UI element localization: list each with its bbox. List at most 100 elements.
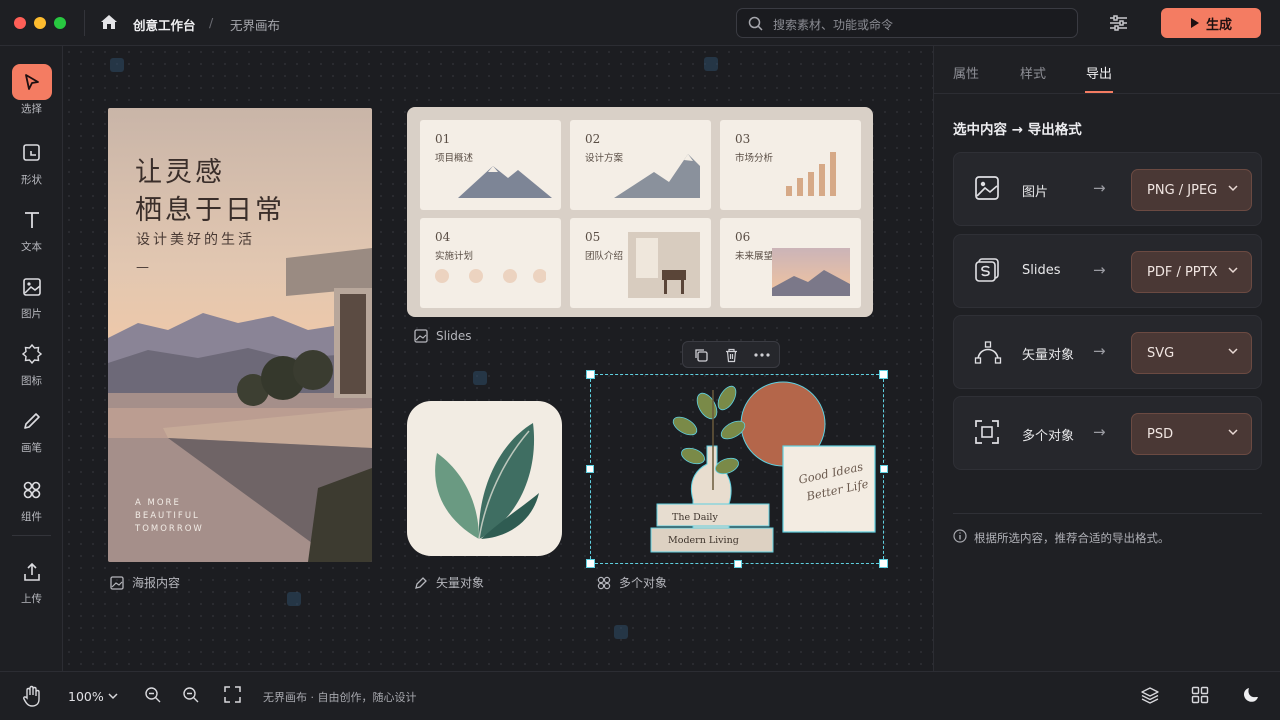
close-window-button[interactable] (14, 17, 26, 29)
watermark-mark (704, 57, 718, 71)
tool-label: 图标 (21, 375, 42, 387)
pen-nib-icon (415, 576, 427, 589)
duplicate-icon[interactable] (694, 348, 709, 363)
poster-artboard[interactable]: 让灵感 栖息于日常 设计美好的生活 — A MORE BEAUTIFUL TOM… (108, 108, 372, 562)
slide-title: 实施计划 (435, 251, 474, 262)
image-icon (12, 269, 52, 305)
image-icon (975, 176, 999, 200)
arrow-right-icon: → (1093, 261, 1106, 279)
zoom-value[interactable]: 100% (68, 689, 104, 704)
divider (953, 513, 1262, 514)
bezier-curve-icon (974, 341, 1002, 364)
top-bar: 创意工作台 / 无界画布 搜索素材、功能或命令 生成 (0, 0, 1280, 46)
poster-subtitle: 设计美好的生活 (136, 232, 255, 248)
moon-icon[interactable] (1243, 686, 1260, 703)
upload-icon (12, 554, 52, 590)
zoom-fit-icon[interactable] (182, 686, 200, 704)
arrow-right-icon: → (1093, 342, 1106, 360)
slide-card[interactable]: 06 未来展望 (720, 218, 861, 308)
resize-handle[interactable] (880, 465, 888, 473)
tool-select[interactable]: 选择 (0, 64, 63, 116)
chevron-down-icon (1228, 267, 1238, 274)
slide-card[interactable]: 04 实施计划 (420, 218, 561, 308)
minimize-window-button[interactable] (34, 17, 46, 29)
play-icon (1190, 18, 1199, 28)
tool-image[interactable]: 图片 (0, 269, 63, 321)
arrow-right-icon: → (1093, 179, 1106, 197)
export-row-name: 图片 (1022, 185, 1049, 200)
tool-label: 画笔 (21, 442, 42, 454)
slide-card[interactable]: 01 项目概述 (420, 120, 561, 210)
breadcrumb-page[interactable]: 无界画布 (230, 15, 280, 34)
tool-text[interactable]: 文本 (0, 202, 63, 254)
home-icon[interactable] (100, 14, 118, 30)
slide-title: 未来展望 (735, 251, 774, 262)
tab-style[interactable]: 样式 (1020, 63, 1046, 82)
tool-label: 图片 (21, 308, 42, 320)
zoom-out-icon[interactable] (144, 686, 162, 704)
watermark-mark (110, 58, 124, 72)
tool-upload[interactable]: 上传 (0, 554, 63, 606)
tool-pen[interactable]: 画笔 (0, 403, 63, 455)
fullscreen-icon[interactable] (224, 686, 241, 703)
status-text: 无界画布 · 自由创作，随心设计 (263, 691, 417, 704)
format-dropdown[interactable]: PNG / JPEG (1131, 169, 1252, 211)
mountain-illustration (458, 166, 552, 198)
shape-icon (12, 135, 52, 171)
selection-box[interactable] (586, 370, 888, 568)
tool-label: 上传 (21, 593, 42, 605)
multi-caption-text: 多个对象 (619, 576, 668, 590)
maximize-window-button[interactable] (54, 17, 66, 29)
left-toolbar: 选择 形状 文本 图片 图标 画笔 组件 上传 (0, 46, 63, 671)
chevron-down-icon[interactable] (107, 691, 119, 701)
poster-title-line2: 栖息于日常 (135, 195, 285, 226)
grid-icon[interactable] (1191, 686, 1209, 704)
search-input[interactable]: 搜索素材、功能或命令 (736, 8, 1078, 38)
format-value: SVG (1147, 345, 1175, 361)
resize-handle[interactable] (586, 559, 595, 568)
vector-caption: 矢量对象 (414, 574, 484, 591)
divider (934, 93, 1280, 94)
tool-shape[interactable]: 形状 (0, 135, 63, 187)
chevron-down-icon (1228, 185, 1238, 192)
format-dropdown[interactable]: PDF / PPTX (1131, 251, 1252, 293)
resize-handle[interactable] (734, 560, 742, 568)
search-placeholder: 搜索素材、功能或命令 (773, 18, 894, 32)
tab-properties[interactable]: 属性 (953, 63, 979, 82)
export-row-name: 多个对象 (1022, 429, 1075, 444)
layers-icon[interactable] (1141, 686, 1159, 704)
breadcrumb-home[interactable]: 创意工作台 (133, 15, 196, 34)
more-icon[interactable] (754, 353, 770, 357)
resize-handle[interactable] (586, 465, 594, 473)
resize-handle[interactable] (879, 370, 888, 379)
format-dropdown[interactable]: SVG (1131, 332, 1252, 374)
generate-button[interactable]: 生成 (1161, 8, 1261, 38)
slide-number: 05 (585, 230, 601, 244)
slide-card[interactable]: 03 市场分析 (720, 120, 861, 210)
tool-icon[interactable]: 图标 (0, 336, 63, 388)
tool-label: 选择 (21, 103, 42, 115)
hand-icon[interactable] (22, 685, 42, 707)
sliders-icon[interactable] (1109, 14, 1128, 32)
resize-handle[interactable] (879, 559, 888, 568)
slides-artboard[interactable]: 01 项目概述 02 设计方案 03 市场分析 04 实施计划 05 团队介绍 … (407, 107, 873, 317)
export-row-vector[interactable]: 矢量对象 → SVG (953, 315, 1262, 389)
export-row-image[interactable]: 图片 → PNG / JPEG (953, 152, 1262, 226)
tool-components[interactable]: 组件 (0, 472, 63, 524)
export-row-multi[interactable]: 多个对象 → PSD (953, 396, 1262, 470)
mountain-illustration (614, 154, 700, 198)
slides-caption-text: Slides (436, 329, 472, 343)
tool-label: 组件 (21, 511, 42, 523)
tab-export[interactable]: 导出 (1086, 63, 1112, 82)
export-row-slides[interactable]: Slides → PDF / PPTX (953, 234, 1262, 308)
slide-card[interactable]: 02 设计方案 (570, 120, 711, 210)
format-dropdown[interactable]: PSD (1131, 413, 1252, 455)
slide-card[interactable]: 05 团队介绍 (570, 218, 711, 308)
resize-handle[interactable] (586, 370, 595, 379)
trash-icon[interactable] (724, 348, 739, 363)
vector-leaf-artboard[interactable] (407, 401, 562, 556)
arrow-right-icon: → (1093, 423, 1106, 441)
chevron-down-icon (1228, 348, 1238, 355)
components-icon (597, 576, 611, 589)
slide-title: 团队介绍 (585, 251, 624, 262)
